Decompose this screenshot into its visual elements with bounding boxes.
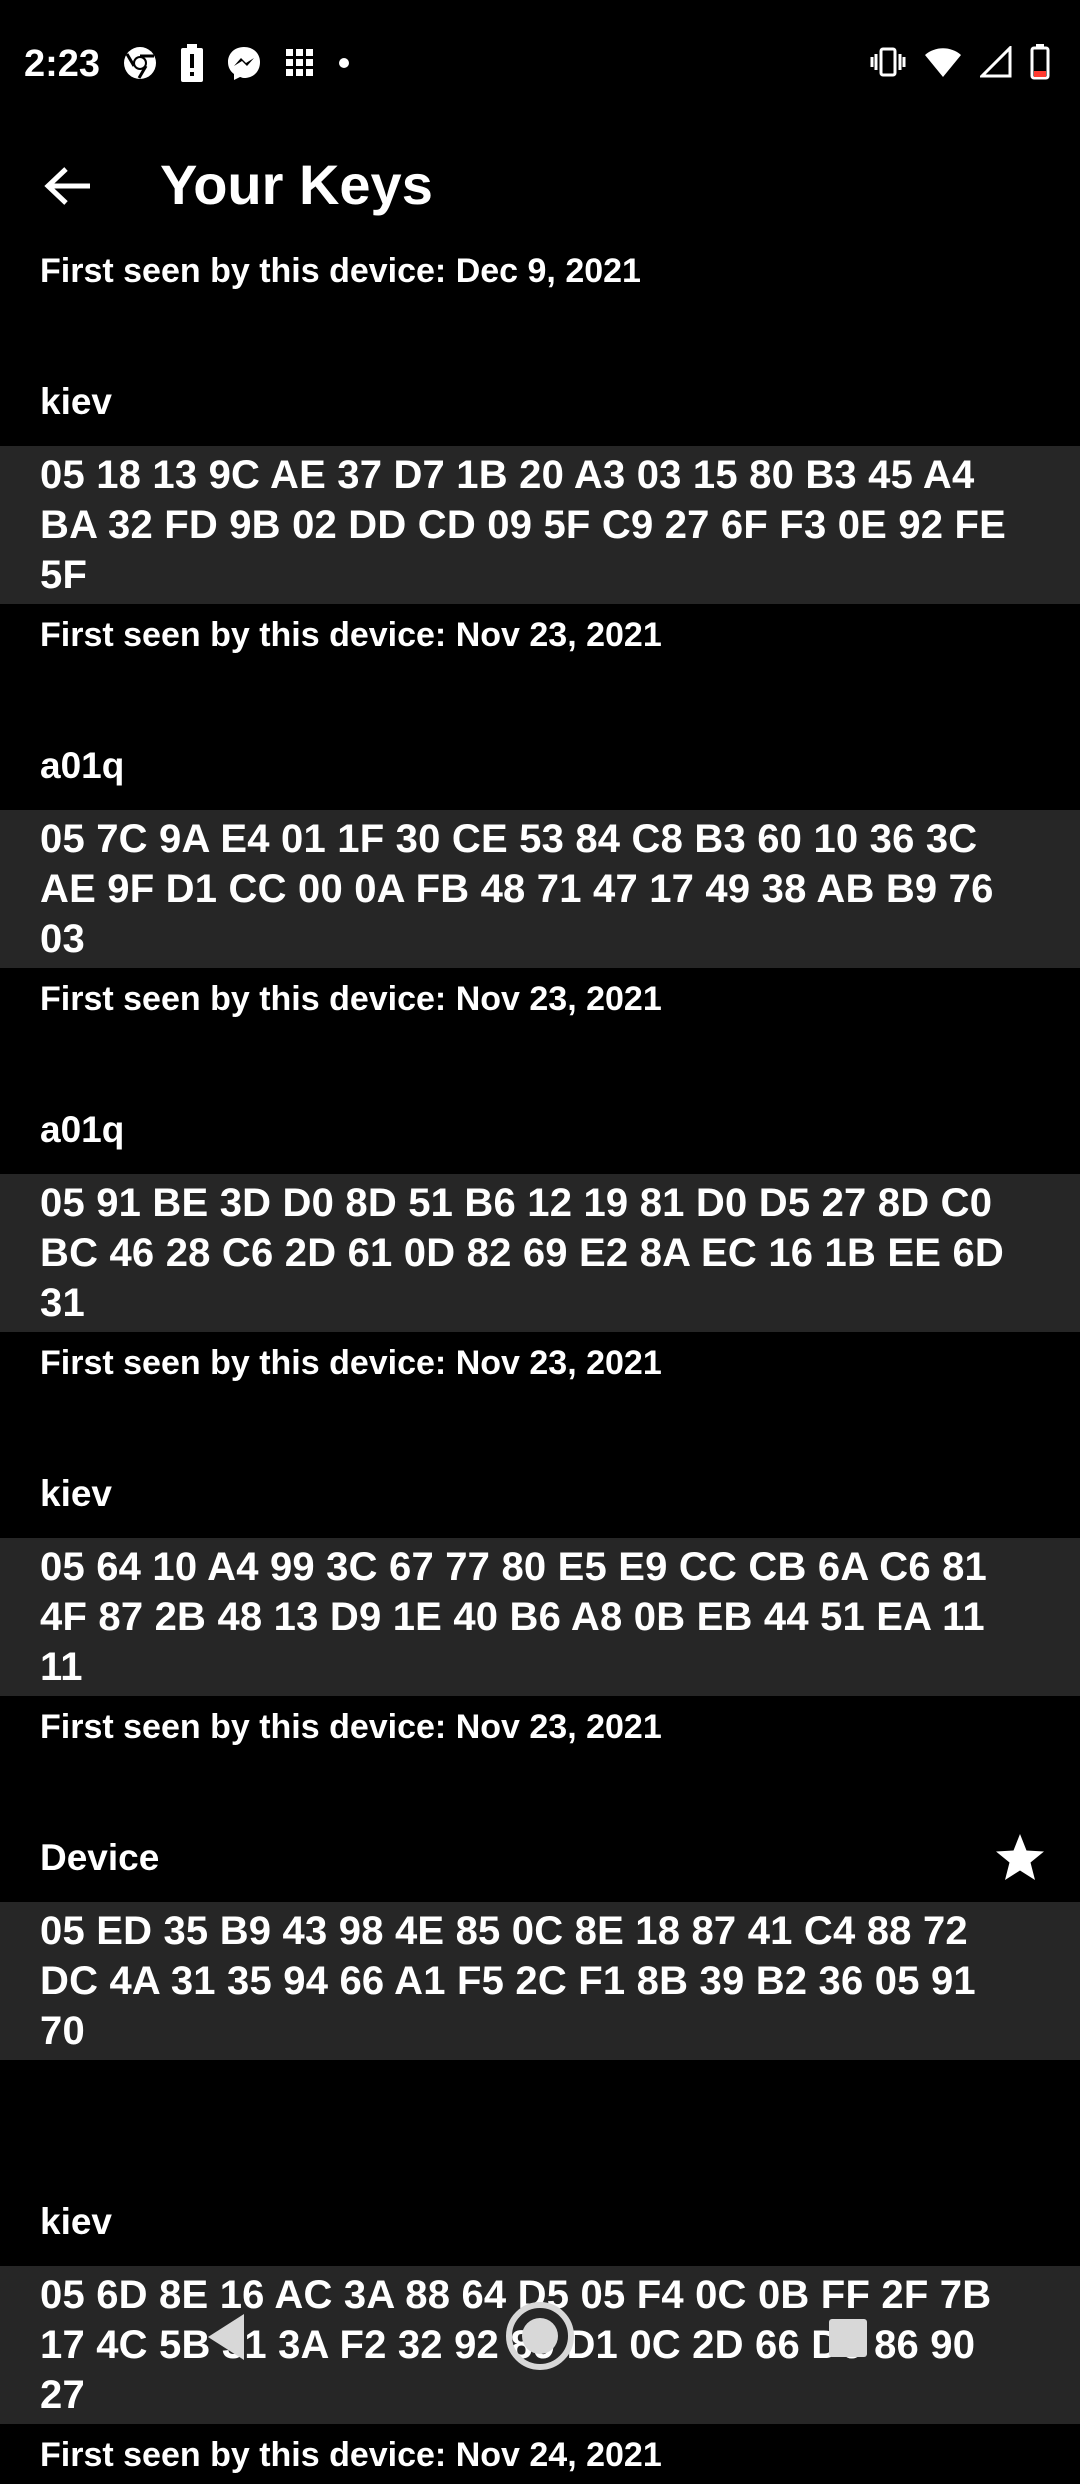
key-line: AE 9F D1 CC 00 0A FB 48 71 47 17 49 38 A… <box>40 867 994 911</box>
key-line: 5F <box>40 553 88 597</box>
arrow-back-icon <box>44 167 90 205</box>
key-name: a01q <box>40 745 125 786</box>
key-header: kiev <box>0 358 1080 446</box>
app-bar: Your Keys <box>0 128 1080 240</box>
key-line: 05 7C 9A E4 01 1F 30 CE 53 84 C8 B3 60 1… <box>40 817 978 861</box>
wifi-icon <box>925 48 961 77</box>
key-header: kiev <box>0 1450 1080 1538</box>
first-seen-text: First seen by this device: Nov 23, 2021 <box>40 1708 662 1746</box>
first-seen-text: First seen by this device: Nov 23, 2021 <box>40 1344 662 1382</box>
key-name: kiev <box>40 2201 113 2242</box>
first-seen-text: First seen by this device: Nov 24, 2021 <box>40 2436 662 2474</box>
key-header: kiev <box>0 2178 1080 2266</box>
chrome-icon <box>124 47 156 79</box>
battery-low-icon <box>1030 44 1050 80</box>
key-line: 05 18 13 9C AE 37 D7 1B 20 A3 03 15 80 B… <box>40 453 975 497</box>
key-line: 03 <box>40 917 85 961</box>
nav-back-icon[interactable] <box>204 2312 248 2362</box>
key-line: 05 64 10 A4 99 3C 67 77 80 E5 E9 CC CB 6… <box>40 1545 987 1589</box>
key-list[interactable]: First seen by this device: Dec 9, 2021 k… <box>0 240 1080 2484</box>
nav-home-icon[interactable] <box>504 2300 576 2372</box>
key-line: 31 <box>40 1281 85 1325</box>
key-fingerprint[interactable]: 05 18 13 9C AE 37 D7 1B 20 A3 03 15 80 B… <box>0 446 1080 604</box>
key-line: 70 <box>40 2009 85 2053</box>
key-fingerprint[interactable]: 05 64 10 A4 99 3C 67 77 80 E5 E9 CC CB 6… <box>0 1538 1080 1696</box>
key-name: kiev <box>40 381 113 422</box>
key-fingerprint[interactable]: 05 91 BE 3D D0 8D 51 B6 12 19 81 D0 D5 2… <box>0 1174 1080 1332</box>
status-time: 2:23 <box>24 43 101 85</box>
key-name: Device <box>40 1837 160 1878</box>
first-seen-text: First seen by this device: Nov 23, 2021 <box>40 616 662 654</box>
key-fingerprint[interactable]: 05 ED 35 B9 43 98 4E 85 0C 8E 18 87 41 C… <box>0 1902 1080 2060</box>
star-icon[interactable] <box>994 1832 1046 1884</box>
key-name: a01q <box>40 1109 125 1150</box>
key-line: BA 32 FD 9B 02 DD CD 09 5F C9 27 6F F3 0… <box>40 503 1007 547</box>
key-line: BC 46 28 C6 2D 61 0D 82 69 E2 8A EC 16 1… <box>40 1231 1004 1275</box>
key-line: DC 4A 31 35 94 66 A1 F5 2C F1 8B 39 B2 3… <box>40 1959 976 2003</box>
signal-icon <box>980 46 1012 78</box>
key-header: a01q <box>0 1086 1080 1174</box>
messenger-icon <box>228 47 260 80</box>
first-seen-text: First seen by this device: Dec 9, 2021 <box>40 252 641 290</box>
key-line: 11 <box>40 1645 83 1689</box>
battery-alert-icon <box>181 44 203 82</box>
key-header: a01q <box>0 722 1080 810</box>
grid-icon <box>286 49 313 76</box>
dot-icon <box>339 58 349 68</box>
key-fingerprint[interactable]: 05 7C 9A E4 01 1F 30 CE 53 84 C8 B3 60 1… <box>0 810 1080 968</box>
vibrate-icon <box>870 47 906 77</box>
key-header: Device <box>0 1814 1080 1902</box>
nav-recents-icon[interactable] <box>828 2318 868 2358</box>
page-title: Your Keys <box>160 153 433 216</box>
key-line: 05 91 BE 3D D0 8D 51 B6 12 19 81 D0 D5 2… <box>40 1181 993 1225</box>
system-icons <box>870 44 1050 80</box>
key-line: 05 ED 35 B9 43 98 4E 85 0C 8E 18 87 41 C… <box>40 1909 968 1953</box>
key-line: 4F 87 2B 48 13 D9 1E 40 B6 A8 0B EB 44 5… <box>40 1595 985 1639</box>
first-seen-text: First seen by this device: Nov 23, 2021 <box>40 980 662 1018</box>
navigation-bar <box>0 2270 1080 2400</box>
back-button[interactable] <box>28 146 108 226</box>
notification-icons <box>122 44 350 82</box>
status-bar: 2:23 <box>0 0 1080 128</box>
key-name: kiev <box>40 1473 113 1514</box>
